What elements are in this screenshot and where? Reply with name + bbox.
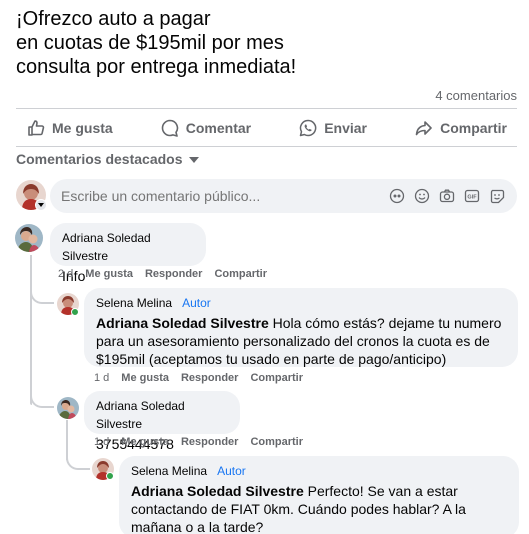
online-status-icon <box>106 472 114 480</box>
comment-bubble: Adriana Soledad Silvestre Info <box>50 223 206 284</box>
commenter-name[interactable]: Selena Melina <box>96 294 172 312</box>
commenter-name[interactable]: Adriana Soledad Silvestre <box>96 397 228 433</box>
comment-text: para un asesoramiento personalizado del … <box>96 333 490 349</box>
share-link[interactable]: Compartir <box>214 268 267 280</box>
post-line-3: consulta por entrega inmediata! <box>16 56 297 78</box>
reply-link[interactable]: Responder <box>181 436 238 448</box>
mention-link[interactable]: Adriana Soledad Silvestre <box>96 315 269 331</box>
online-status-icon <box>71 308 79 316</box>
avatar-sticker-icon[interactable] <box>389 188 405 204</box>
thread-connector <box>66 420 68 460</box>
whatsapp-icon <box>299 119 317 137</box>
thread-connector <box>66 456 90 470</box>
reply-link[interactable]: Responder <box>181 372 238 384</box>
mention-link[interactable]: Adriana Soledad Silvestre <box>131 483 304 499</box>
caret-down-icon <box>188 157 199 163</box>
comment-time[interactable]: 1 d <box>94 436 109 448</box>
divider <box>16 146 517 147</box>
share-button[interactable]: Compartir <box>404 114 517 142</box>
commenter-name[interactable]: Adriana Soledad Silvestre <box>62 229 194 265</box>
divider <box>16 108 517 109</box>
author-badge: Autor <box>182 296 211 310</box>
share-label: Compartir <box>440 120 507 136</box>
like-label: Me gusta <box>52 120 113 136</box>
reply-link[interactable]: Responder <box>145 268 202 280</box>
share-link[interactable]: Compartir <box>250 436 303 448</box>
comment-text: Adriana Soledad Silvestre Hola cómo está… <box>96 315 502 331</box>
comment-bubble: Adriana Soledad Silvestre 3755444578 <box>84 391 240 452</box>
like-link[interactable]: Me gusta <box>121 436 169 448</box>
commenter-name[interactable]: Selena Melina <box>131 462 207 480</box>
comment-time[interactable]: 1 d <box>94 372 109 384</box>
comment-input[interactable] <box>61 188 389 204</box>
comment-meta: 1 d Me gusta Responder Compartir <box>94 372 303 384</box>
comment-composer[interactable]: GIF <box>50 179 517 213</box>
like-button[interactable]: Me gusta <box>16 114 123 142</box>
comment-count[interactable]: 4 comentarios <box>435 88 517 103</box>
thumbs-up-icon <box>28 120 45 136</box>
emoji-icon[interactable] <box>414 188 430 204</box>
share-arrow-icon <box>415 121 432 136</box>
avatar-menu-chevron-icon[interactable] <box>35 199 47 211</box>
post-line-2: en cuotas de $195mil por mes <box>16 32 284 54</box>
avatar[interactable] <box>57 397 79 419</box>
gif-icon[interactable]: GIF <box>464 188 480 204</box>
thread-connector <box>30 392 54 408</box>
post-actions: Me gusta Comentar Enviar Compartir <box>16 112 517 144</box>
like-link[interactable]: Me gusta <box>121 372 169 384</box>
share-link[interactable]: Compartir <box>250 372 303 384</box>
comment-label: Comentar <box>185 120 252 136</box>
comment-meta: 1 d Me gusta Responder Compartir <box>94 436 303 448</box>
post-line-1: ¡Ofrezco auto a pagar <box>16 8 211 30</box>
comment-time[interactable]: 2 d <box>58 268 73 280</box>
camera-icon[interactable] <box>439 188 455 204</box>
thread-connector <box>30 288 54 304</box>
comment-bubble: Selena Melina Autor Adriana Soledad Silv… <box>84 288 518 367</box>
comment-bubble: Selena Melina Autor Adriana Soledad Silv… <box>119 456 519 534</box>
speech-bubble-icon <box>161 119 178 137</box>
post-text: ¡Ofrezco auto a pagar en cuotas de $195m… <box>16 7 516 79</box>
featured-comments-dropdown[interactable]: Comentarios destacados <box>16 151 199 167</box>
send-label: Enviar <box>324 120 368 136</box>
comment-text: mañana o a la tarde? <box>131 519 264 534</box>
sticker-icon[interactable] <box>489 188 505 204</box>
svg-text:GIF: GIF <box>467 195 477 201</box>
comment-text: $195mil (aceptamos tu usado en parte de … <box>96 351 447 367</box>
like-link[interactable]: Me gusta <box>85 268 133 280</box>
comment-text: contactando de FIAT 0km. Cuándo podes ha… <box>131 501 466 517</box>
thread-connector <box>30 255 32 405</box>
featured-comments-label: Comentarios destacados <box>16 151 183 167</box>
comment-text: Adriana Soledad Silvestre Perfecto! Se v… <box>131 483 458 499</box>
avatar[interactable] <box>15 224 43 252</box>
comment-meta: 2 d Me gusta Responder Compartir <box>58 268 267 280</box>
comment-button[interactable]: Comentar <box>150 114 261 142</box>
send-button[interactable]: Enviar <box>288 114 377 142</box>
author-badge: Autor <box>217 464 246 478</box>
